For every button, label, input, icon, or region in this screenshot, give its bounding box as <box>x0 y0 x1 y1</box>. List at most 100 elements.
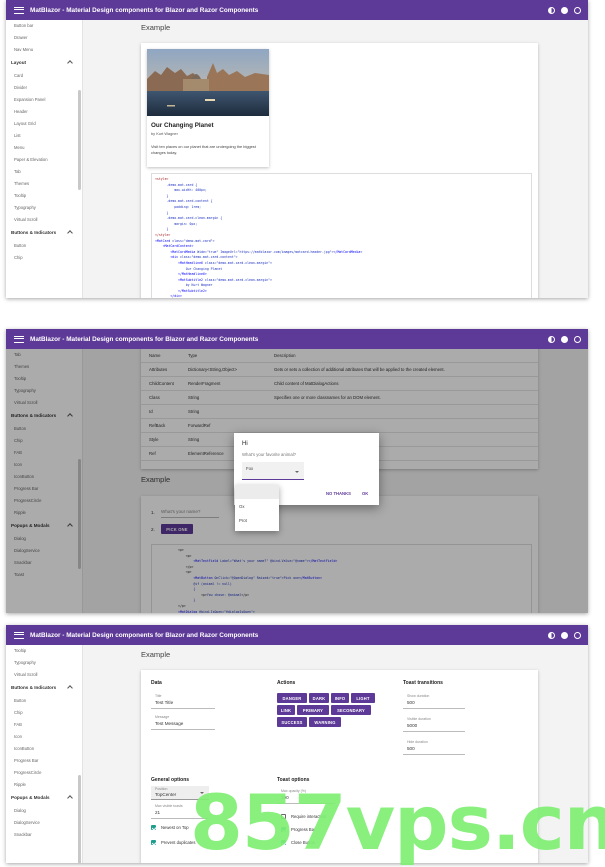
sidebar-item[interactable]: Header <box>6 106 82 118</box>
link-button[interactable]: LINK <box>277 705 295 715</box>
sidebar-item[interactable]: List <box>6 130 82 142</box>
dialog-question: What's your favorite animal? <box>242 452 297 457</box>
position-value: TopCenter <box>155 792 177 797</box>
no-thanks-button[interactable]: NO THANKS <box>326 491 351 496</box>
newest-on-top-checkbox[interactable] <box>151 825 156 830</box>
sidebar-group-buttons[interactable]: Buttons & Indicators <box>6 681 82 695</box>
sidebar-item[interactable]: Themes <box>6 178 82 190</box>
sidebar-item[interactable]: Nav Menu <box>6 44 82 56</box>
sidebar-item[interactable]: Chip <box>6 707 82 719</box>
sidebar-item[interactable]: Virtual Scroll <box>6 669 82 681</box>
account-icon[interactable] <box>561 631 568 639</box>
sidebar-group-popups[interactable]: Popups & Modals <box>6 791 82 805</box>
sidebar-item[interactable]: ProgressCircle <box>6 767 82 779</box>
menu-icon[interactable] <box>14 631 24 639</box>
animal-options-menu: Ox Prot <box>235 485 279 531</box>
sidebar-item[interactable]: Layout Grid <box>6 118 82 130</box>
menu-icon[interactable] <box>14 6 24 14</box>
light-button[interactable]: LIGHT <box>351 693 375 703</box>
sidebar-item[interactable]: Drawer <box>6 32 82 44</box>
position-label: Position <box>155 787 168 791</box>
github-icon[interactable] <box>574 631 581 639</box>
sidebar-item[interactable]: Typography <box>6 202 82 214</box>
field-underline <box>403 731 465 732</box>
app-bar: MatBlazor - Material Design components f… <box>6 0 588 20</box>
actions-section-title: Actions <box>277 680 296 686</box>
nav-sidebar: Tooltip Typography Virtual Scroll Button… <box>6 645 83 863</box>
example-panel: Our Changing Planet by Kurt Wagner Visit… <box>141 43 538 298</box>
sidebar-item[interactable]: Virtual Scroll <box>6 214 82 226</box>
dialog-title: Hi <box>242 441 248 447</box>
field-underline <box>403 754 465 755</box>
menu-icon[interactable] <box>14 335 24 343</box>
code-sample: <style> .demo-mat-card { max-width: 400p… <box>151 173 532 298</box>
example-heading: Example <box>141 650 171 659</box>
sidebar-item[interactable]: Snackbar <box>6 829 82 841</box>
show-duration-label: Show duration <box>407 694 430 698</box>
example-heading: Example <box>141 23 171 32</box>
danger-button[interactable]: DANGER <box>277 693 307 703</box>
theme-toggle-icon[interactable] <box>548 6 555 14</box>
github-icon[interactable] <box>574 335 581 343</box>
sidebar-item[interactable]: FAB <box>6 719 82 731</box>
sidebar-item[interactable]: IconButton <box>6 743 82 755</box>
sidebar-item[interactable]: Menu <box>6 142 82 154</box>
sidebar-scrollbar[interactable] <box>78 775 81 863</box>
dark-button[interactable]: DARK <box>309 693 329 703</box>
sidebar-item[interactable]: DialogService <box>6 817 82 829</box>
sidebar-item[interactable]: Ripple <box>6 779 82 791</box>
app-title: MatBlazor - Material Design components f… <box>30 631 259 639</box>
sidebar-group-layout[interactable]: Layout <box>6 56 82 70</box>
app-title: MatBlazor - Material Design components f… <box>30 6 259 14</box>
max-visible-field[interactable]: 21 <box>155 810 160 815</box>
show-duration-field[interactable]: 500 <box>407 700 415 705</box>
animal-select[interactable]: Fox <box>242 462 304 480</box>
title-field[interactable]: Test Title <box>155 700 173 705</box>
prevent-duplicates-checkbox[interactable] <box>151 840 156 845</box>
option-item[interactable] <box>235 485 279 499</box>
demo-card[interactable]: Our Changing Planet by Kurt Wagner Visit… <box>147 49 269 167</box>
dropdown-arrow-icon <box>295 471 299 473</box>
message-field[interactable]: Test Message <box>155 721 183 726</box>
sidebar-item[interactable]: Tab <box>6 166 82 178</box>
screenshot-dialog-example: MatBlazor - Material Design components f… <box>6 329 588 613</box>
option-item[interactable]: Prot <box>239 518 247 523</box>
secondary-button[interactable]: SECONDARY <box>331 705 371 715</box>
data-section-title: Data <box>151 680 162 686</box>
sidebar-item[interactable]: Card <box>6 70 82 82</box>
success-button[interactable]: SUCCESS <box>277 717 307 727</box>
sidebar-item[interactable]: Icon <box>6 731 82 743</box>
option-item[interactable]: Ox <box>239 504 245 509</box>
account-icon[interactable] <box>561 6 568 14</box>
sidebar-item[interactable]: Paper & Elevation <box>6 154 82 166</box>
title-field-label: Title <box>155 694 162 698</box>
visible-duration-label: Visible duration <box>407 717 431 721</box>
warning-button[interactable]: WARNING <box>309 717 341 727</box>
account-icon[interactable] <box>561 335 568 343</box>
theme-toggle-icon[interactable] <box>548 335 555 343</box>
sidebar-item[interactable]: Divider <box>6 82 82 94</box>
sidebar-item[interactable]: Button bar <box>6 20 82 32</box>
theme-toggle-icon[interactable] <box>548 631 555 639</box>
sidebar-item[interactable]: Button <box>6 695 82 707</box>
sidebar-item[interactable]: Chip <box>6 252 82 264</box>
sidebar-group-buttons[interactable]: Buttons & Indicators <box>6 226 82 240</box>
sidebar-item[interactable]: Progress Bar <box>6 755 82 767</box>
visible-duration-field[interactable]: 5000 <box>407 723 417 728</box>
app-bar: MatBlazor - Material Design components f… <box>6 625 588 645</box>
venice-image <box>147 49 269 116</box>
sidebar-item[interactable]: Dialog <box>6 805 82 817</box>
sidebar-item[interactable]: Expansion Panel <box>6 94 82 106</box>
sidebar-scrollbar[interactable] <box>78 90 81 190</box>
hide-duration-label: Hide duration <box>407 740 428 744</box>
sidebar-item[interactable]: Typography <box>6 657 82 669</box>
primary-button[interactable]: PRIMARY <box>297 705 329 715</box>
info-button[interactable]: INFO <box>331 693 349 703</box>
sidebar-item[interactable]: Tooltip <box>6 190 82 202</box>
ok-button[interactable]: OK <box>362 491 368 496</box>
sidebar-item[interactable]: Button <box>6 240 82 252</box>
github-icon[interactable] <box>574 6 581 14</box>
sidebar-item[interactable]: Tooltip <box>6 645 82 657</box>
field-underline <box>151 729 215 730</box>
hide-duration-field[interactable]: 500 <box>407 746 415 751</box>
